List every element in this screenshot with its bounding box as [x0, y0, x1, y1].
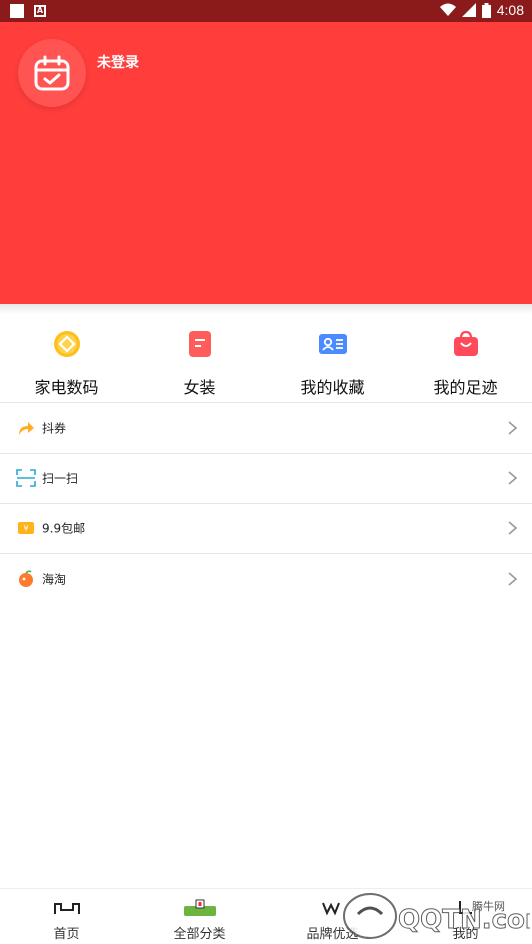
id-card-icon [313, 324, 353, 364]
menu-item-douquan[interactable]: 抖券 [0, 403, 532, 453]
nav-label: 全部分类 [173, 927, 226, 942]
watermark-text: 腾牛网 [472, 900, 505, 913]
peach-icon [16, 569, 36, 589]
avatar[interactable] [18, 39, 86, 107]
menu-item-scan[interactable]: 扫一扫 [0, 453, 532, 503]
shopping-bag-icon [446, 324, 486, 364]
quick-link-label: 我的足迹 [433, 378, 498, 397]
menu-item-label: 扫一扫 [42, 471, 79, 486]
menu-item-label: 海淘 [42, 572, 67, 587]
quick-link-favorites[interactable]: 我的收藏 [266, 318, 399, 402]
status-bar: A 4:08 [0, 0, 532, 22]
menu-item-label: 9.9包邮 [42, 521, 86, 536]
quick-link-label: 家电数码 [34, 378, 99, 397]
calendar-check-icon [34, 55, 70, 91]
notification-a-icon: A [34, 5, 46, 17]
coin-diamond-icon [47, 324, 87, 364]
home-icon [47, 897, 87, 919]
quick-links: 家电数码 女装 我的收藏 我的足迹 [0, 318, 532, 402]
status-time: 4:08 [496, 2, 524, 18]
scan-icon [16, 468, 36, 488]
menu-item-free-shipping[interactable]: ¥ 9.9包邮 [0, 503, 532, 553]
ticket-icon: ¥ [16, 518, 36, 538]
signal-icon [461, 3, 476, 17]
quick-link-appliances[interactable]: 家电数码 [0, 318, 133, 402]
chevron-right-icon [508, 421, 518, 435]
notification-square-icon [10, 4, 24, 18]
quick-link-footprints[interactable]: 我的足迹 [399, 318, 532, 402]
chevron-right-icon [508, 572, 518, 586]
chevron-right-icon [508, 521, 518, 535]
watermark-brand: QQTN.com [398, 905, 530, 935]
header-shadow [0, 304, 532, 314]
chevron-right-icon [508, 471, 518, 485]
quick-link-womens-wear[interactable]: 女装 [133, 318, 266, 402]
nav-label: 首页 [53, 927, 80, 942]
menu-item-label: 抖券 [42, 421, 67, 436]
quick-link-label: 我的收藏 [300, 378, 365, 397]
profile-header: 未登录 [0, 22, 532, 304]
document-icon [180, 324, 220, 364]
menu-item-haitao[interactable]: 海淘 [0, 554, 532, 604]
quick-link-label: 女装 [183, 378, 216, 397]
wifi-icon [439, 3, 456, 16]
category-icon [180, 897, 220, 919]
nav-home[interactable]: 首页 [0, 889, 133, 944]
battery-icon [481, 2, 491, 18]
login-status[interactable]: 未登录 [97, 52, 139, 72]
svg-text:¥: ¥ [23, 524, 28, 533]
share-arrow-icon [16, 418, 36, 438]
nav-category[interactable]: 全部分类 [133, 889, 266, 944]
